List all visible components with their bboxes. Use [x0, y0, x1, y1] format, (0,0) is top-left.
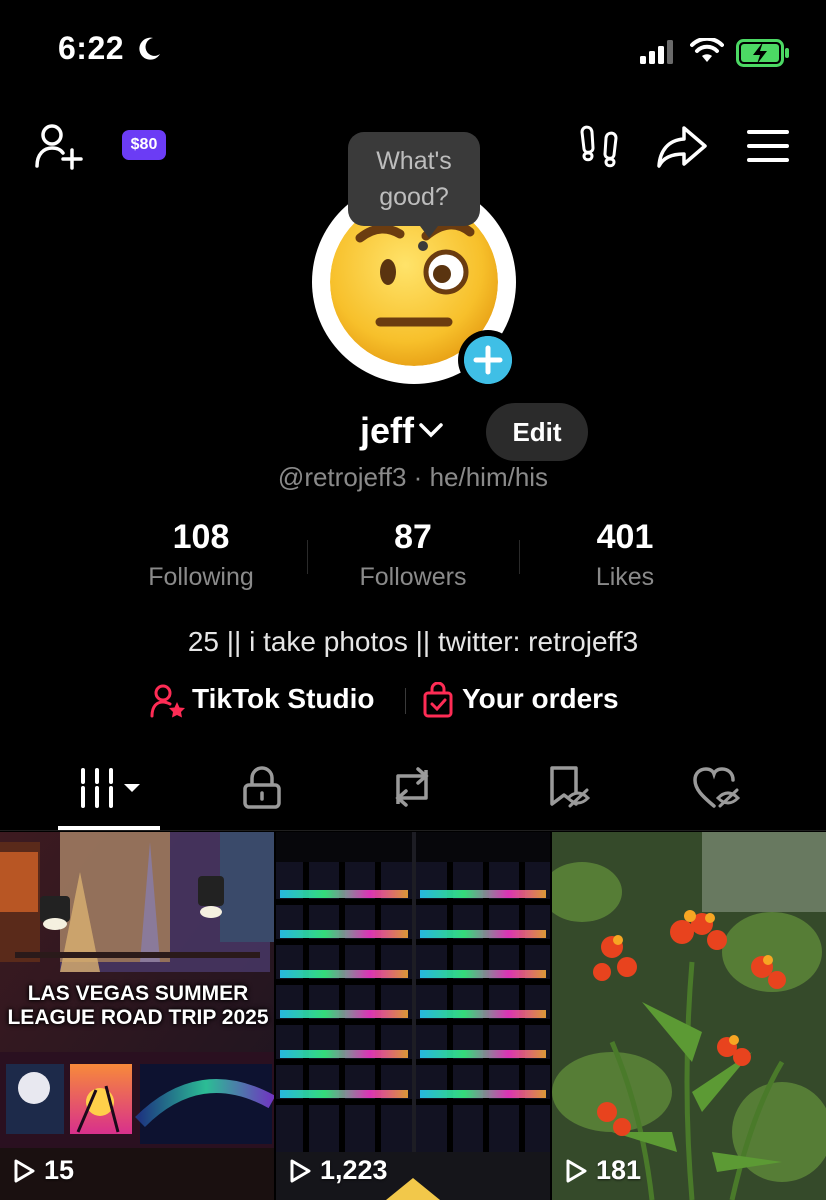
view-count: 1,223 — [288, 1155, 388, 1186]
share-icon[interactable] — [656, 124, 708, 170]
play-icon — [14, 1159, 35, 1182]
stat-value: 87 — [394, 518, 432, 556]
edit-profile-button[interactable]: Edit — [486, 403, 588, 461]
repost-icon[interactable] — [388, 764, 436, 810]
separator-dot: · — [406, 462, 430, 492]
video-tile[interactable]: LAS VEGAS SUMMER LEAGUE ROAD TRIP 2025 1… — [0, 832, 274, 1200]
stat-label: Following — [148, 563, 254, 591]
username-handle: @retrojeff3 — [277, 462, 407, 492]
play-icon — [290, 1159, 311, 1182]
plus-icon[interactable] — [464, 336, 512, 384]
your-orders-link[interactable]: Your orders — [462, 683, 619, 715]
avatar-prompt-bubble[interactable]: What's good? — [348, 132, 480, 226]
menu-icon[interactable] — [746, 128, 790, 164]
stat-value: 401 — [596, 518, 654, 556]
view-count: 15 — [12, 1155, 74, 1186]
display-name[interactable]: jeff — [360, 410, 414, 452]
links-divider — [405, 688, 406, 714]
add-friend-icon[interactable] — [34, 122, 86, 170]
stat-followers[interactable]: 87 Followers — [307, 518, 519, 592]
creator-studio-icon[interactable] — [150, 684, 186, 718]
view-count-value: 181 — [596, 1155, 642, 1185]
view-count-value: 1,223 — [320, 1155, 388, 1185]
video-thumbnail — [552, 832, 826, 1200]
status-time: 6:22 — [58, 30, 125, 66]
video-tile[interactable]: 181 — [552, 832, 826, 1200]
play-icon — [566, 1159, 587, 1182]
stat-following[interactable]: 108 Following — [95, 518, 307, 592]
bio-text: 25 || i take photos || twitter: retrojef… — [187, 626, 639, 657]
tabs-divider — [0, 830, 826, 831]
footprints-icon[interactable] — [578, 124, 620, 170]
shopping-bag-icon[interactable] — [422, 682, 454, 718]
liked-hidden-icon[interactable] — [692, 766, 742, 810]
lock-icon[interactable] — [242, 766, 282, 810]
view-count-value: 15 — [44, 1155, 75, 1185]
video-tile[interactable]: 1,223 — [276, 832, 550, 1200]
pronouns: he/him/his — [429, 462, 549, 492]
stat-value: 108 — [172, 518, 230, 556]
moon-icon — [139, 37, 160, 60]
coins-balance-badge[interactable]: $80 — [122, 130, 166, 160]
stat-label: Likes — [595, 563, 655, 591]
cellular-signal-icon — [640, 40, 673, 64]
video-caption: LAS VEGAS SUMMER LEAGUE ROAD TRIP 2025 — [7, 982, 269, 1029]
videos-grid-icon[interactable] — [78, 766, 146, 810]
battery-charging-icon — [736, 39, 789, 67]
favorites-hidden-icon[interactable] — [546, 764, 592, 810]
video-thumbnail — [276, 832, 550, 1200]
chevron-down-icon[interactable] — [418, 420, 444, 440]
bubble-dot — [418, 241, 428, 251]
tiktok-studio-link[interactable]: TikTok Studio — [192, 683, 375, 715]
view-count: 181 — [564, 1155, 641, 1186]
stat-likes[interactable]: 401 Likes — [519, 518, 731, 592]
handle-pronouns: @retrojeff3 · he/him/his — [0, 462, 826, 493]
wifi-icon — [690, 38, 724, 62]
bubble-tail — [420, 226, 438, 238]
stat-label: Followers — [359, 563, 467, 591]
